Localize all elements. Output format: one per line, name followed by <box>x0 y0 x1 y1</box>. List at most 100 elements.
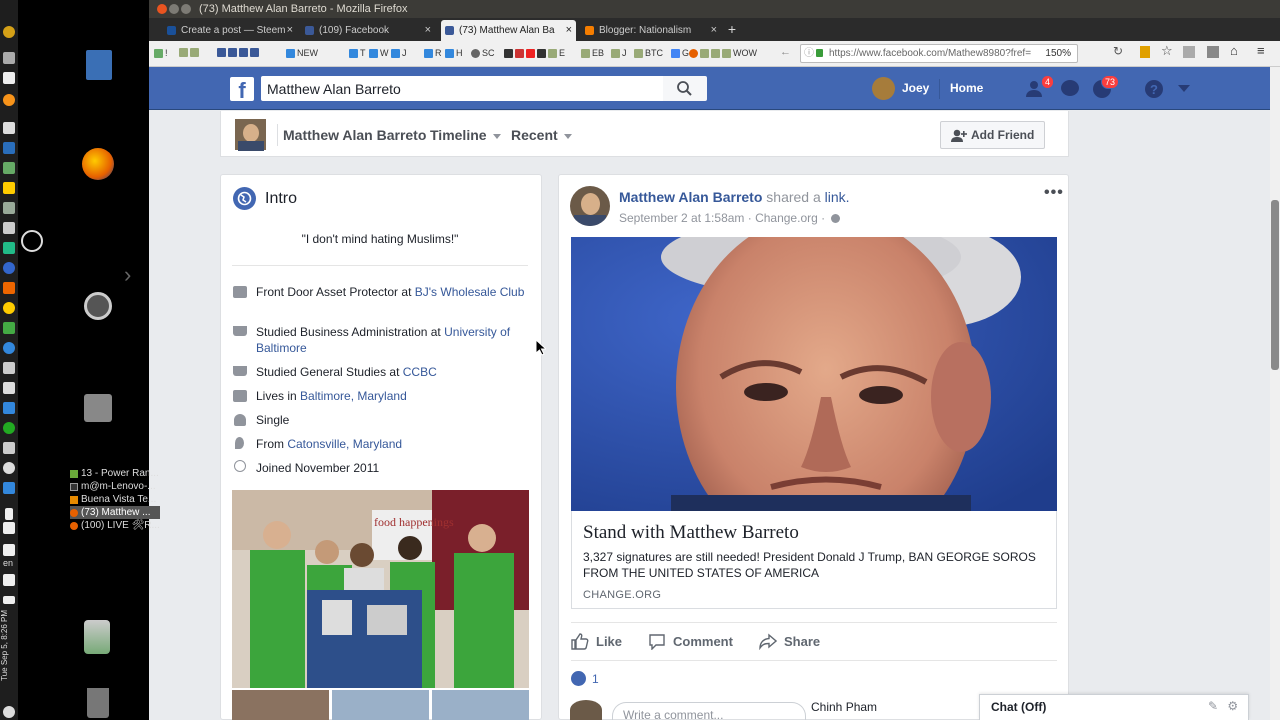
back-arrow-icon[interactable]: ← <box>780 46 792 58</box>
file-cabinet-icon[interactable] <box>84 394 112 422</box>
page-scrollbar[interactable] <box>1270 67 1280 720</box>
bookmark-item[interactable]: W <box>369 48 389 58</box>
bookmark-item[interactable]: NEW <box>286 48 318 58</box>
shared-link[interactable]: link. <box>825 189 850 205</box>
bookmark-item[interactable]: H <box>445 48 463 58</box>
close-window-icon[interactable] <box>157 4 167 14</box>
profile-avatar-small[interactable] <box>234 118 267 151</box>
bookmark-item[interactable]: ! <box>154 48 168 58</box>
search-button[interactable] <box>663 76 707 101</box>
intro-photo-thumb[interactable] <box>432 690 529 720</box>
profile-name-link[interactable]: Matthew Alan Barreto <box>283 127 426 143</box>
volume-icon[interactable] <box>3 574 15 586</box>
like-button[interactable]: Like <box>571 633 622 650</box>
menu-icon[interactable]: ≡ <box>1257 43 1269 58</box>
chrome-icon[interactable] <box>3 342 15 354</box>
app-icon[interactable] <box>3 462 15 474</box>
app-icon[interactable] <box>3 72 15 84</box>
recent-tab[interactable]: Recent <box>511 127 572 143</box>
app-icon[interactable] <box>3 302 15 314</box>
close-tab-icon[interactable]: × <box>425 20 431 41</box>
tab-matthew-active[interactable]: (73) Matthew Alan Ba × <box>441 20 576 41</box>
reactions-count[interactable]: 1 <box>571 671 599 686</box>
trash-icon[interactable] <box>87 688 109 718</box>
app-icon[interactable] <box>3 522 15 534</box>
keyboard-lang[interactable]: en <box>3 558 13 568</box>
document-icon[interactable] <box>3 122 15 134</box>
bookmark-item[interactable]: T <box>349 48 366 58</box>
facebook-logo[interactable]: f <box>230 77 254 101</box>
bookmark-item[interactable]: SC <box>471 48 495 58</box>
app-icon[interactable] <box>3 402 15 414</box>
app-icon[interactable] <box>3 52 15 64</box>
obs-icon[interactable] <box>21 230 43 252</box>
bluetooth-icon[interactable] <box>5 508 13 520</box>
app-icon[interactable] <box>3 322 15 334</box>
app-icon[interactable] <box>3 162 15 174</box>
ubuntu-icon[interactable] <box>84 292 112 320</box>
app-icon[interactable] <box>3 362 15 374</box>
wifi-icon[interactable] <box>3 544 15 556</box>
help-icon[interactable]: ? <box>1144 79 1164 99</box>
url-bar[interactable]: ⓘ https://www.facebook.com/Mathew8980?fr… <box>800 44 1078 63</box>
search-input[interactable] <box>261 76 663 101</box>
comment-input[interactable]: Write a comment... <box>612 702 806 720</box>
bookmark-item[interactable]: R <box>424 48 442 58</box>
messenger-icon[interactable] <box>1060 80 1080 98</box>
intro-featured-photo[interactable]: food happenings <box>232 490 529 688</box>
bookmark-item[interactable] <box>179 48 199 57</box>
home-icon[interactable]: ⌂ <box>1230 43 1242 58</box>
app-icon[interactable] <box>3 482 15 494</box>
app-icon[interactable] <box>3 422 15 434</box>
app-icon[interactable] <box>3 222 15 234</box>
scrollbar-thumb[interactable] <box>1271 200 1279 370</box>
education-link[interactable]: CCBC <box>403 365 437 379</box>
app-icon[interactable] <box>3 202 15 214</box>
intro-photo-thumb[interactable] <box>332 690 429 720</box>
clock[interactable]: Tue Sep 5, 8:26 PM <box>0 610 18 681</box>
work-link[interactable]: BJ's Wholesale Club <box>415 285 525 299</box>
app-icon[interactable] <box>3 262 15 274</box>
chevron-right-icon[interactable]: › <box>124 262 131 288</box>
battery-icon[interactable] <box>3 596 15 604</box>
bookmark-item[interactable]: BTC <box>634 48 663 58</box>
window-list-item[interactable]: (73) Matthew ... <box>70 506 160 519</box>
tab-facebook[interactable]: (109) Facebook × <box>301 20 435 41</box>
app-icon[interactable] <box>3 182 15 194</box>
intro-photo-thumb[interactable] <box>232 690 329 720</box>
window-list-item[interactable]: m@m-Lenovo-... <box>70 480 160 493</box>
youtube-icon[interactable] <box>1207 46 1219 58</box>
comment-button[interactable]: Comment <box>648 633 733 650</box>
post-author-link[interactable]: Matthew Alan Barreto <box>619 189 762 205</box>
close-tab-icon[interactable]: × <box>711 20 717 41</box>
tab-blogger[interactable]: Blogger: Nationalism × <box>581 20 721 41</box>
link-preview-image[interactable] <box>571 237 1057 511</box>
monitor-icon[interactable] <box>3 242 15 254</box>
bookmark-item[interactable]: J <box>391 48 407 58</box>
bookmark-item[interactable]: G <box>671 48 689 58</box>
firefox-icon[interactable] <box>82 148 114 180</box>
writer-document-icon[interactable] <box>86 50 112 80</box>
bookmark-item[interactable] <box>217 48 259 57</box>
window-list-item[interactable]: 13 - Power Ran... <box>70 467 160 480</box>
post-timestamp[interactable]: September 2 at 1:58am · Change.org · <box>619 211 825 225</box>
url-text[interactable]: https://www.facebook.com/Mathew8980?fref… <box>829 48 1031 59</box>
bookmark-item[interactable]: J <box>611 48 627 58</box>
add-friend-button[interactable]: Add Friend <box>940 121 1045 149</box>
user-arrow-icon[interactable] <box>84 620 110 654</box>
reload-icon[interactable]: ↻ <box>1113 44 1125 58</box>
zoom-level[interactable]: 150% <box>1045 45 1071 62</box>
bookmark-item[interactable]: E <box>504 48 565 58</box>
user-avatar[interactable] <box>872 77 895 100</box>
share-button[interactable]: Share <box>759 633 820 650</box>
compose-icon[interactable]: ✎ <box>1208 699 1218 713</box>
app-icon[interactable] <box>3 442 15 454</box>
current-city-link[interactable]: Baltimore, Maryland <box>300 389 407 403</box>
star-icon[interactable]: ☆ <box>1161 43 1173 58</box>
coin-icon[interactable] <box>3 26 15 38</box>
library-icon[interactable] <box>1183 46 1195 58</box>
post-author-avatar[interactable] <box>570 186 610 226</box>
new-tab-button[interactable]: + <box>725 18 739 41</box>
close-tab-icon[interactable]: × <box>287 20 293 41</box>
maximize-window-icon[interactable] <box>181 4 191 14</box>
